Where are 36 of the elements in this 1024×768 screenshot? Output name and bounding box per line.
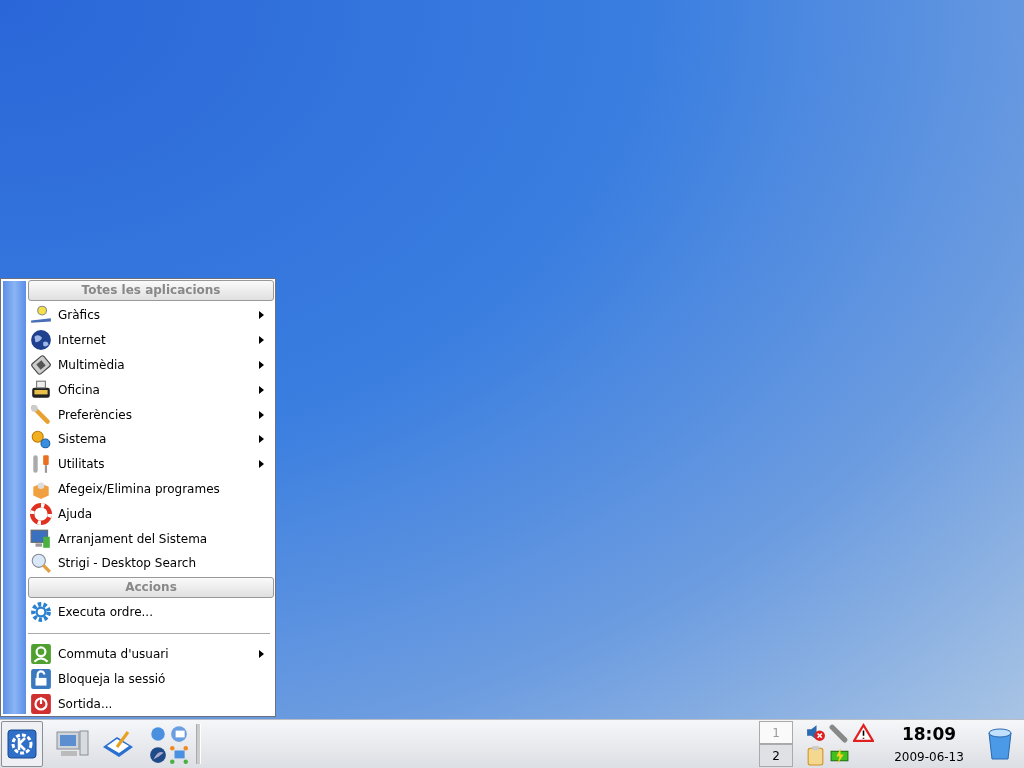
clipboard-icon[interactable] <box>805 745 826 767</box>
menu-section-header: Totes les aplicacions <box>28 280 274 301</box>
menu-item[interactable]: Executa ordre... <box>28 599 274 625</box>
lifebuoy-icon <box>30 502 52 525</box>
menu-item[interactable]: Arranjament del Sistema <box>28 526 274 551</box>
menu-item[interactable]: Gràfics <box>28 303 274 328</box>
gear-icon <box>30 601 52 624</box>
trash-can-icon[interactable] <box>987 727 1013 762</box>
menu-item[interactable]: Bloqueja la sessió <box>28 666 274 692</box>
menu-item[interactable]: Multimèdia <box>28 352 274 378</box>
menu-item[interactable]: Internet <box>28 327 274 353</box>
monitor-icon <box>30 527 52 550</box>
menu-item[interactable]: Ajuda <box>28 501 274 527</box>
menu-item[interactable]: Commuta d'usuari <box>28 641 274 667</box>
panel-handle[interactable] <box>196 724 201 765</box>
menu-item[interactable]: Oficina <box>28 377 274 403</box>
search-icon <box>30 552 52 575</box>
menu-item[interactable]: Sistema <box>28 427 274 452</box>
virtual-desktop-button[interactable]: 2 <box>759 744 793 768</box>
clock-date: 2009-06-13 <box>894 750 964 765</box>
start-menu-button[interactable] <box>1 721 43 768</box>
battery-icon[interactable] <box>829 745 850 767</box>
person-icon <box>30 642 52 665</box>
menu-item[interactable]: Preferències <box>28 402 274 427</box>
menu-section-header: Accions <box>28 576 274 598</box>
tools-icon <box>30 453 52 476</box>
padlock-icon <box>30 667 52 690</box>
menu-item[interactable]: Utilitats <box>28 451 274 477</box>
clock-time: 18:09 <box>901 724 957 745</box>
warning-icon[interactable] <box>853 722 874 744</box>
menu-item[interactable]: Afegeix/Elimina programes <box>28 476 274 502</box>
muted-speaker-icon[interactable] <box>805 722 826 744</box>
paper-pencil-icon[interactable] <box>101 729 135 760</box>
wrench-icon <box>30 403 52 426</box>
menu-item[interactable]: Strigi - Desktop Search <box>28 550 274 576</box>
menu-item[interactable]: Sortida... <box>28 691 274 716</box>
